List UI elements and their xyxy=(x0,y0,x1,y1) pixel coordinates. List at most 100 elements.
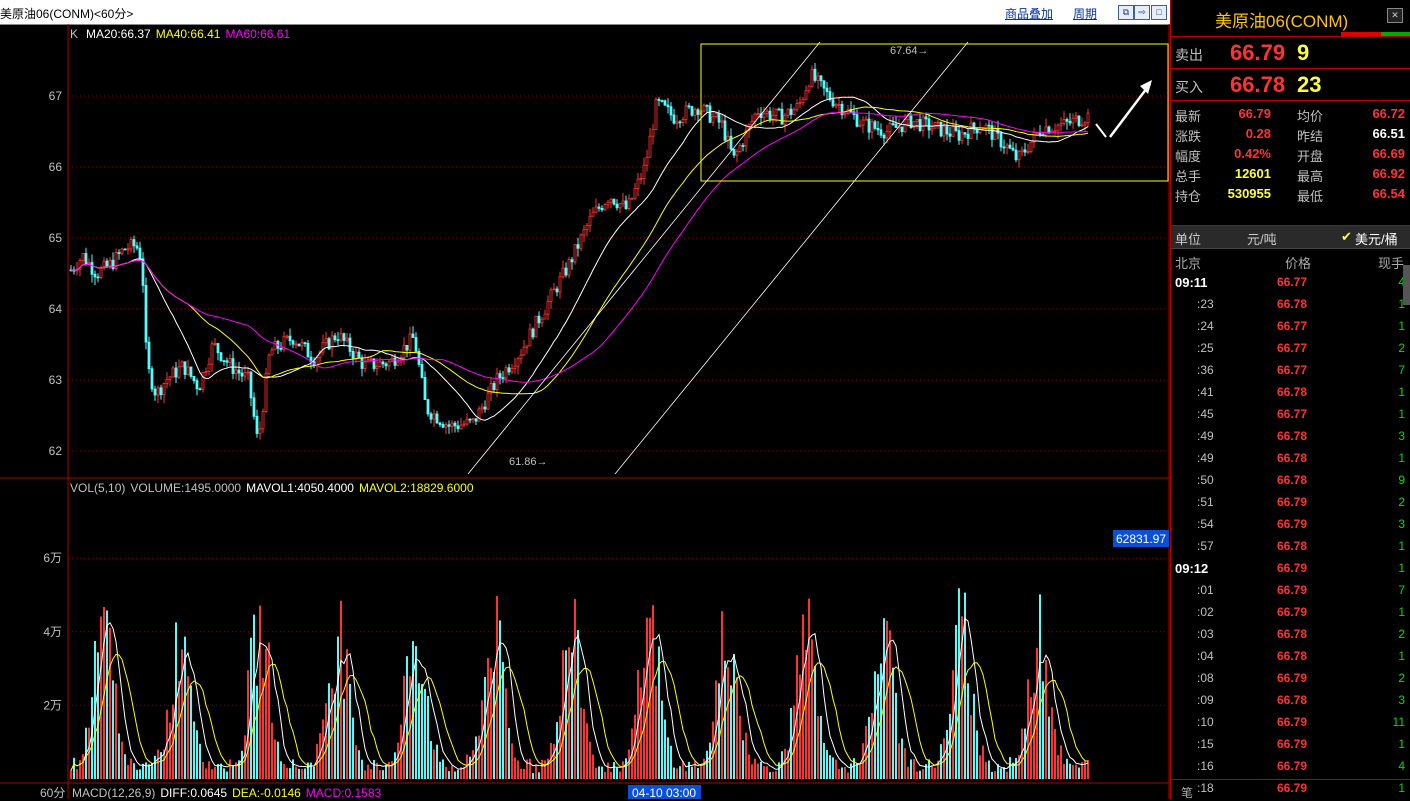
volume-bar xyxy=(79,760,81,779)
restore-icon[interactable]: ⧉ xyxy=(1118,5,1134,20)
volume-bar xyxy=(850,763,852,779)
volume-bar xyxy=(811,639,813,779)
candle-body xyxy=(702,104,706,112)
volume-bar xyxy=(241,750,243,779)
candle-body xyxy=(582,229,586,236)
volume-bar xyxy=(985,761,987,779)
vol-tick-label: 6万 xyxy=(43,551,62,565)
tick-price: 66.77 xyxy=(1277,319,1308,333)
candle-body xyxy=(783,114,787,125)
volume-bar xyxy=(229,759,231,779)
maximize-icon[interactable]: □ xyxy=(1151,5,1167,20)
candle-body xyxy=(597,206,601,209)
candle-body xyxy=(618,203,622,209)
candle-body xyxy=(969,122,973,139)
candle-body xyxy=(795,103,799,111)
tick-qty: 1 xyxy=(1398,407,1405,421)
unit-ton-option[interactable]: 元/吨 xyxy=(1247,229,1277,248)
candle-body xyxy=(228,358,232,363)
candle-body xyxy=(258,428,262,434)
candle-body xyxy=(555,288,559,293)
tick-row: :50 66.78 9 xyxy=(1171,469,1410,491)
volume-bar xyxy=(742,740,744,779)
volume-bar xyxy=(382,770,384,779)
volume-bar xyxy=(523,768,525,779)
legend-item: MA60:66.61 xyxy=(225,27,290,41)
candle-body xyxy=(837,103,841,106)
candle-body xyxy=(681,119,685,123)
stat-value: 66.51 xyxy=(1372,126,1405,141)
volume-bar xyxy=(190,685,192,779)
volume-bar xyxy=(826,750,828,779)
bid-label: 买入 xyxy=(1175,79,1203,95)
candle-body xyxy=(807,85,811,92)
candle-body xyxy=(1005,144,1009,149)
volume-bar xyxy=(139,769,141,779)
volume-bar xyxy=(496,595,498,779)
scrollbar[interactable] xyxy=(1403,265,1410,305)
candle-body xyxy=(621,200,625,205)
volume-bar xyxy=(934,767,936,779)
volume-bar xyxy=(763,766,765,779)
candle-body xyxy=(684,105,688,120)
volume-bar xyxy=(373,759,375,779)
volume-bar xyxy=(661,700,663,779)
legend-item: MA20:66.37 xyxy=(86,27,151,41)
tick-price: 66.79 xyxy=(1277,517,1308,531)
volume-bar xyxy=(448,771,450,779)
tick-price: 66.78 xyxy=(1277,473,1308,487)
tick-time: :04 xyxy=(1197,649,1214,663)
volume-bar xyxy=(886,620,888,779)
kline-chart[interactable]: 67 66 65 64 63 62 6万 4万 2万 67.64→ 61.86→ K MA20:66.3… xyxy=(0,24,1170,799)
chart-toolbar: 美原油06(CONM)<60分> 商品叠加 周期 ⧉ ⇨ □ xyxy=(0,0,1170,25)
bottom-tab[interactable]: 笔 xyxy=(1171,779,1410,800)
candle-body xyxy=(825,87,829,93)
period-link[interactable]: 周期 xyxy=(1073,5,1097,22)
volume-bar xyxy=(505,688,507,779)
volume-bar xyxy=(415,646,417,779)
candle-body xyxy=(81,253,85,261)
legend-item: MACD:0.1583 xyxy=(306,786,382,799)
volume-bar xyxy=(325,703,327,779)
volume-bar xyxy=(739,715,741,779)
volume-bar xyxy=(136,769,138,779)
price-tick-label: 63 xyxy=(49,373,63,387)
close-icon[interactable]: ✕ xyxy=(1387,8,1403,23)
tick-qty: 1 xyxy=(1398,737,1405,751)
tick-row: :49 66.78 1 xyxy=(1171,447,1410,469)
volume-bar xyxy=(538,772,540,779)
candle-body xyxy=(192,375,196,382)
volume-bar xyxy=(907,766,909,779)
tick-qty: 1 xyxy=(1398,561,1405,575)
arrow-right-icon[interactable]: ⇨ xyxy=(1134,5,1150,20)
volume-bar xyxy=(73,757,75,779)
tick-time: :45 xyxy=(1197,407,1214,421)
candle-body xyxy=(225,360,229,363)
volume-bar xyxy=(883,618,885,779)
volume-bar xyxy=(730,685,732,779)
tick-time: :51 xyxy=(1197,495,1214,509)
stats-block: 最新 66.79 均价 66.72 涨跌 0.28 昨结 66.51 幅度 0.42% 开盘 66.6… xyxy=(1171,101,1410,226)
volume-bar xyxy=(100,616,102,779)
tick-qty: 11 xyxy=(1392,715,1405,729)
candle-body xyxy=(738,145,742,153)
candle-body xyxy=(234,369,238,374)
candle-body xyxy=(123,248,127,251)
candle-body xyxy=(855,114,859,127)
volume-bar xyxy=(1039,594,1041,779)
overlay-link[interactable]: 商品叠加 xyxy=(1005,5,1053,22)
candle-body xyxy=(963,132,967,135)
unit-barrel-option[interactable]: 美元/桶 xyxy=(1355,229,1398,248)
candle-body xyxy=(678,121,682,124)
tick-time: :03 xyxy=(1197,627,1214,641)
volume-bar xyxy=(112,680,114,779)
candle-body xyxy=(939,121,943,137)
candle-body xyxy=(966,133,970,139)
volume-bar xyxy=(76,769,78,779)
candle-body xyxy=(252,397,256,417)
candle-body xyxy=(126,248,130,251)
volume-bar xyxy=(805,649,807,779)
volume-bar xyxy=(814,666,816,779)
tick-price: 66.79 xyxy=(1277,715,1308,729)
candle-body xyxy=(987,124,991,127)
